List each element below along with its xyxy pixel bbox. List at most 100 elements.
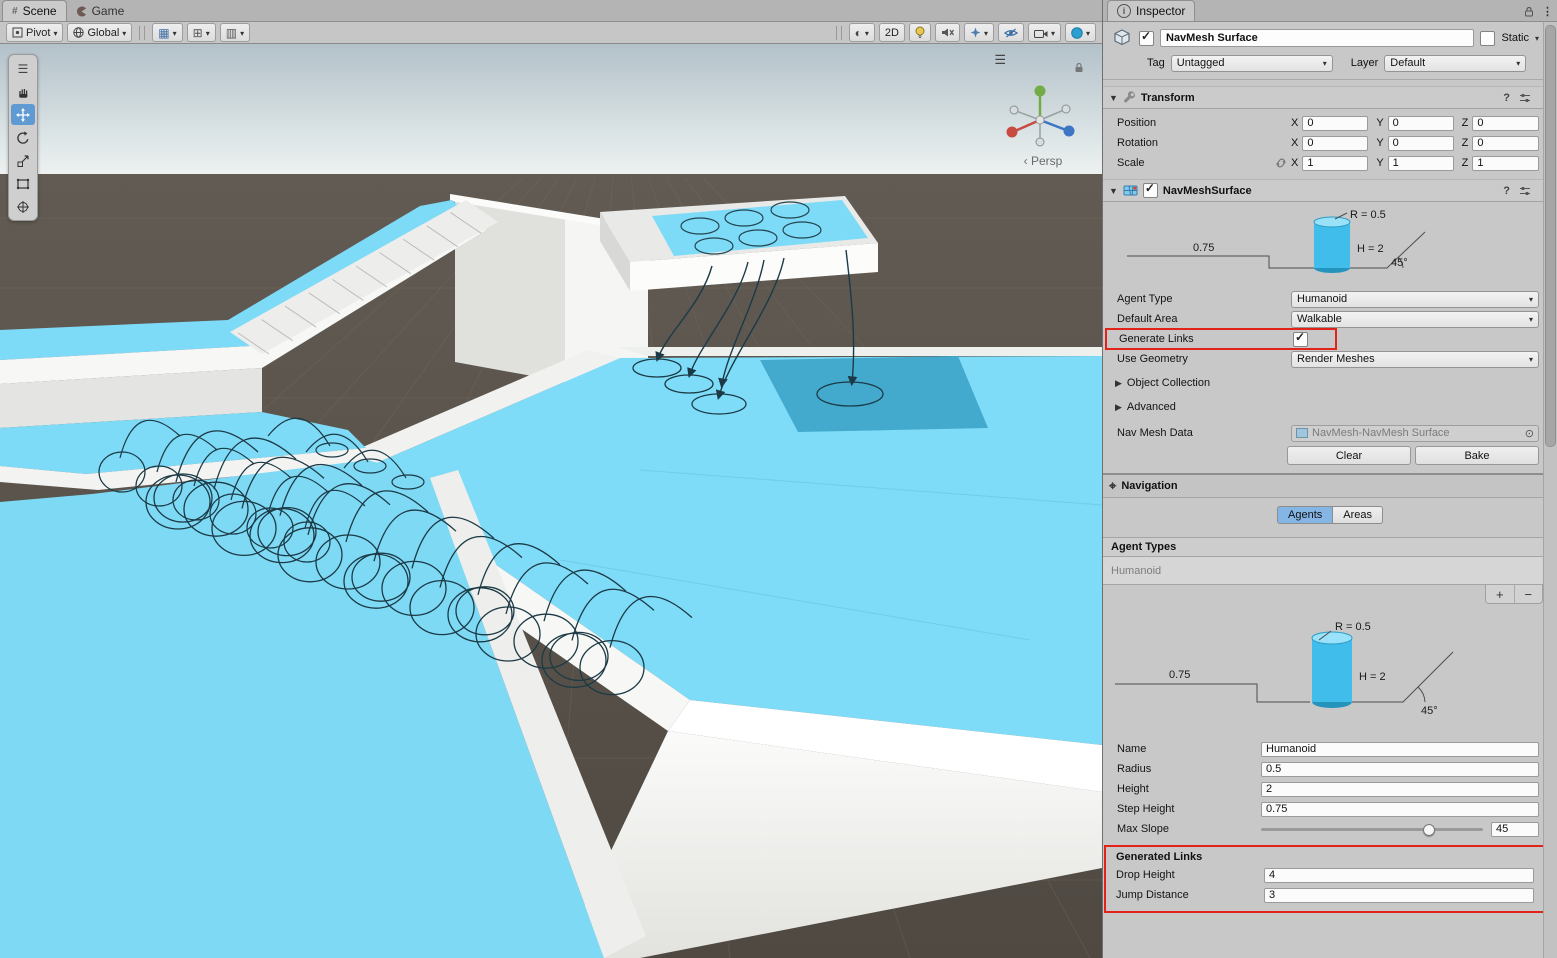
inspector-menu-icon[interactable] bbox=[1542, 5, 1553, 18]
handle-rotation-button[interactable]: Global bbox=[67, 23, 132, 42]
height-field[interactable]: 2 bbox=[1261, 782, 1539, 797]
scale-z-field[interactable]: 1 bbox=[1472, 156, 1539, 171]
use-geometry-dropdown[interactable]: Render Meshes bbox=[1291, 351, 1539, 368]
hand-icon bbox=[16, 85, 30, 99]
drop-height-label: Drop Height bbox=[1116, 869, 1264, 881]
gameobject-name-field[interactable]: NavMesh Surface bbox=[1160, 29, 1474, 47]
agent-type-dropdown[interactable]: Humanoid bbox=[1291, 291, 1539, 308]
max-slope-field[interactable]: 45 bbox=[1491, 822, 1539, 837]
static-checkbox[interactable] bbox=[1480, 31, 1495, 46]
navigation-tabs: Agents Areas bbox=[1103, 506, 1557, 524]
move-tool-button[interactable] bbox=[11, 104, 35, 125]
layer-dropdown[interactable]: Default bbox=[1384, 55, 1526, 72]
presets-icon[interactable] bbox=[1519, 93, 1531, 103]
navmeshsurface-component-icon bbox=[1123, 183, 1138, 198]
component-enabled-checkbox[interactable] bbox=[1143, 183, 1158, 198]
default-area-dropdown[interactable]: Walkable bbox=[1291, 311, 1539, 328]
position-z-field[interactable]: 0 bbox=[1472, 116, 1539, 131]
projection-label[interactable]: ‹ Persp bbox=[998, 154, 1088, 168]
position-row: Position X0 Y0 Z0 bbox=[1103, 113, 1557, 133]
areas-tab[interactable]: Areas bbox=[1332, 506, 1383, 524]
object-collection-foldout[interactable]: ▶ Object Collection bbox=[1103, 373, 1557, 393]
scene-audio-button[interactable] bbox=[935, 23, 960, 42]
drop-height-field[interactable]: 4 bbox=[1264, 868, 1534, 883]
advanced-foldout[interactable]: ▶ Advanced bbox=[1103, 397, 1557, 417]
step-height-field[interactable]: 0.75 bbox=[1261, 802, 1539, 817]
generate-links-checkbox[interactable] bbox=[1293, 332, 1308, 347]
unity-editor-window: Scene Game Pivot Global bbox=[0, 0, 1557, 958]
name-field[interactable]: Humanoid bbox=[1261, 742, 1539, 757]
navigation-header[interactable]: Navigation bbox=[1103, 473, 1557, 498]
bake-button[interactable]: Bake bbox=[1415, 446, 1539, 465]
overlay-menu-button[interactable] bbox=[11, 58, 35, 79]
ruler-icon bbox=[226, 26, 237, 40]
orientation-gizmo[interactable]: ‹ Persp bbox=[998, 80, 1088, 168]
camera-settings-button[interactable] bbox=[1028, 23, 1061, 42]
camera-overlay-menu[interactable] bbox=[994, 52, 1006, 68]
scene-lighting-button[interactable] bbox=[909, 23, 931, 42]
rect-tool-button[interactable] bbox=[11, 173, 35, 194]
hamburger-icon bbox=[18, 62, 29, 76]
nav-mesh-data-field[interactable]: NavMesh-NavMesh Surface bbox=[1291, 425, 1539, 442]
rotate-tool-button[interactable] bbox=[11, 127, 35, 148]
transform-header[interactable]: ▼ Transform bbox=[1103, 86, 1557, 109]
help-icon[interactable] bbox=[1503, 185, 1510, 197]
radius-field[interactable]: 0.5 bbox=[1261, 762, 1539, 777]
clear-button[interactable]: Clear bbox=[1287, 446, 1411, 465]
pivot-mode-button[interactable]: Pivot bbox=[6, 23, 63, 42]
view-tab-bar: Scene Game bbox=[0, 0, 1102, 22]
rotation-x-field[interactable]: 0 bbox=[1302, 136, 1368, 151]
scale-x-field[interactable]: 1 bbox=[1302, 156, 1368, 171]
snap-increment-button[interactable] bbox=[220, 23, 250, 42]
caret-down-icon bbox=[1086, 27, 1090, 39]
tab-scene[interactable]: Scene bbox=[2, 0, 67, 21]
inspector-scrollbar[interactable] bbox=[1543, 22, 1557, 958]
caret-down-icon bbox=[865, 27, 869, 39]
caret-down-icon bbox=[53, 27, 57, 39]
effects-button[interactable] bbox=[964, 23, 994, 42]
foldout-open-icon[interactable]: ▼ bbox=[1109, 186, 1118, 196]
static-label: Static bbox=[1501, 32, 1529, 44]
slider-track[interactable] bbox=[1261, 828, 1483, 831]
scale-tool-button[interactable] bbox=[11, 150, 35, 171]
presets-icon[interactable] bbox=[1519, 186, 1531, 196]
remove-agent-button[interactable]: − bbox=[1515, 585, 1543, 603]
navmeshsurface-header[interactable]: ▼ NavMeshSurface bbox=[1103, 179, 1557, 202]
generated-links-title: Generated Links bbox=[1106, 849, 1552, 865]
grid-visibility-button[interactable] bbox=[152, 23, 182, 42]
lock-icon[interactable] bbox=[1524, 6, 1534, 17]
rotation-y-field[interactable]: 0 bbox=[1388, 136, 1454, 151]
draw-mode-button[interactable] bbox=[849, 23, 875, 42]
rotation-z-field[interactable]: 0 bbox=[1472, 136, 1539, 151]
name-label: Name bbox=[1117, 743, 1261, 755]
view-tool-button[interactable] bbox=[11, 81, 35, 102]
agent-type-list-item[interactable]: Humanoid bbox=[1111, 565, 1161, 577]
static-flags-caret[interactable] bbox=[1535, 32, 1539, 44]
max-slope-slider[interactable] bbox=[1261, 822, 1483, 836]
scene-visibility-button[interactable] bbox=[998, 23, 1024, 42]
scale-y-field[interactable]: 1 bbox=[1388, 156, 1454, 171]
scrollbar-thumb[interactable] bbox=[1545, 25, 1556, 447]
object-picker-icon[interactable] bbox=[1525, 427, 1534, 440]
agents-tab[interactable]: Agents bbox=[1277, 506, 1332, 524]
help-icon[interactable] bbox=[1503, 92, 1510, 104]
gameobject-active-checkbox[interactable] bbox=[1139, 31, 1154, 46]
constrain-proportions-icon[interactable] bbox=[1275, 157, 1287, 169]
add-agent-button[interactable]: + bbox=[1486, 585, 1515, 603]
transform-tool-button[interactable] bbox=[11, 196, 35, 217]
foldout-open-icon[interactable]: ▼ bbox=[1109, 93, 1118, 103]
grid-snap-button[interactable] bbox=[187, 23, 216, 42]
jump-distance-field[interactable]: 3 bbox=[1264, 888, 1534, 903]
tab-inspector[interactable]: Inspector bbox=[1107, 0, 1195, 21]
gizmos-button[interactable] bbox=[1065, 23, 1096, 42]
position-y-field[interactable]: 0 bbox=[1388, 116, 1454, 131]
gizmo-lock[interactable] bbox=[1074, 62, 1084, 73]
slider-knob[interactable] bbox=[1423, 824, 1435, 836]
diagram-step-label: 0.75 bbox=[1169, 669, 1190, 681]
caret-down-icon bbox=[173, 27, 177, 39]
2d-toggle-button[interactable]: 2D bbox=[879, 23, 905, 42]
tab-game[interactable]: Game bbox=[67, 1, 134, 21]
scene-viewport[interactable]: ‹ Persp bbox=[0, 44, 1102, 958]
tag-dropdown[interactable]: Untagged bbox=[1171, 55, 1333, 72]
position-x-field[interactable]: 0 bbox=[1302, 116, 1368, 131]
